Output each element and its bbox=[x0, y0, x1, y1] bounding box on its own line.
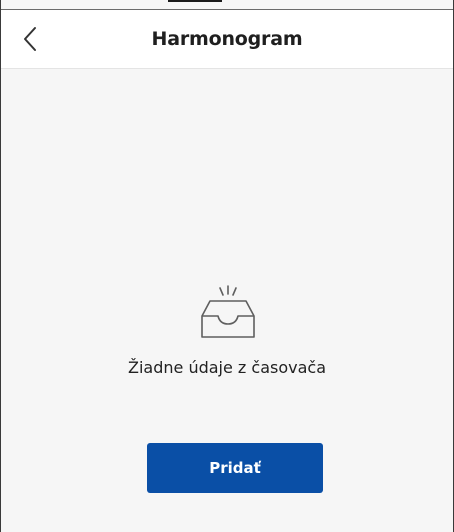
chevron-left-icon bbox=[24, 27, 36, 51]
page-title: Harmonogram bbox=[151, 28, 303, 50]
empty-state-message: Žiadne údaje z časovača bbox=[128, 358, 326, 377]
header-bar: Harmonogram bbox=[1, 10, 453, 69]
empty-tray-icon bbox=[201, 285, 255, 338]
back-button[interactable] bbox=[15, 24, 45, 54]
app-frame: Harmonogram Žiadne údaje z časovača Prid… bbox=[0, 0, 454, 532]
add-button[interactable]: Pridať bbox=[147, 443, 323, 493]
top-indicator bbox=[168, 0, 222, 2]
